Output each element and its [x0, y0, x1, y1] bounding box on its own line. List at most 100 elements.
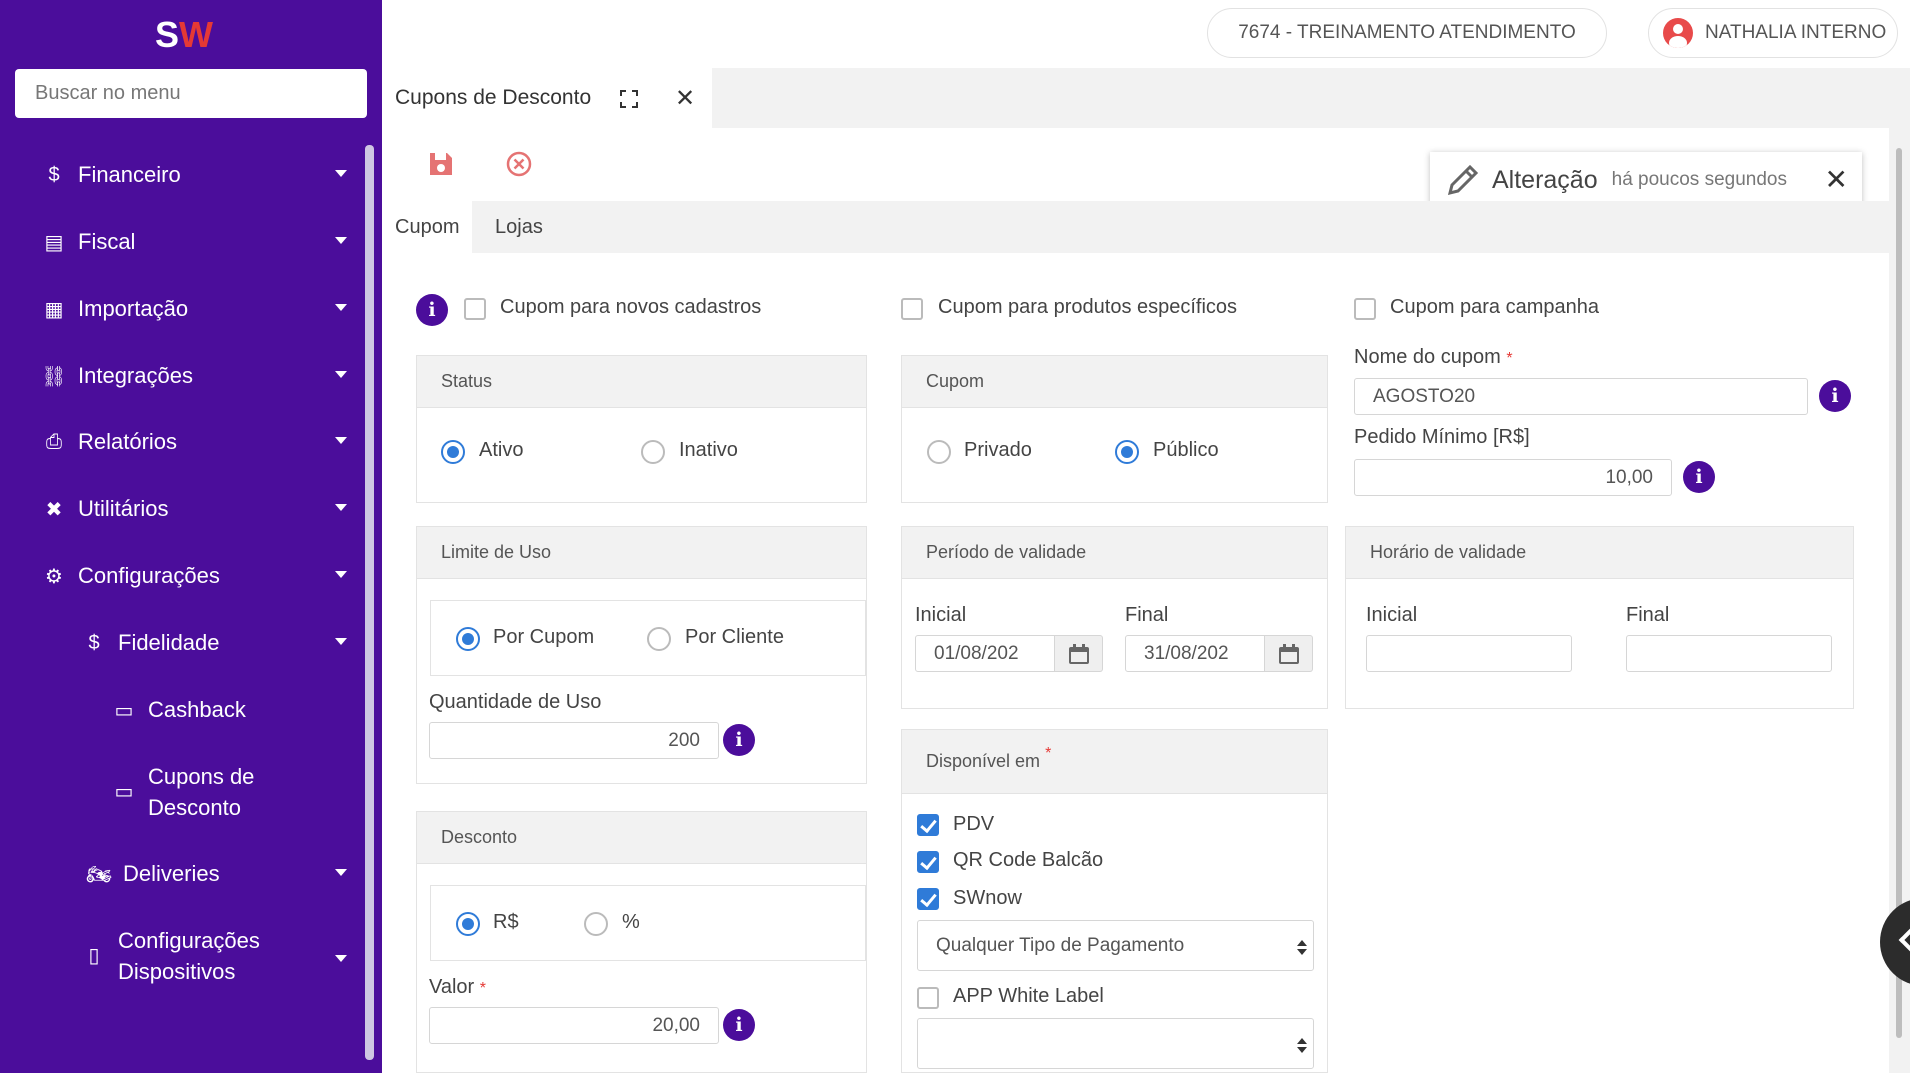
caret-down-icon	[335, 571, 347, 578]
periodo-final-label: Final	[1125, 604, 1169, 626]
label-line-2: Desconto	[148, 795, 241, 820]
info-icon[interactable]: i	[1819, 380, 1851, 412]
cupom-privado-radio[interactable]	[927, 440, 951, 464]
valor-input[interactable]: 20,00	[429, 1007, 719, 1044]
gears-icon: ⚙	[45, 565, 63, 588]
section-title: Limite de Uso	[417, 527, 866, 579]
status-ativo-label: Ativo	[479, 439, 524, 461]
app-logo[interactable]: S W	[155, 14, 227, 54]
info-icon[interactable]: i	[723, 1009, 755, 1041]
horario-inicial-input[interactable]	[1366, 635, 1572, 672]
por-cupom-label: Por Cupom	[493, 626, 595, 648]
tab-label: Lojas	[495, 215, 543, 238]
sidebar-item-configuracoes[interactable]: ⚙ Configurações	[0, 551, 365, 601]
por-cupom-radio[interactable]	[456, 627, 480, 651]
sidebar-item-fiscal[interactable]: ▤ Fiscal	[0, 217, 365, 267]
toast-title: Alteração	[1492, 165, 1598, 194]
tab-cupom[interactable]: Cupom	[382, 201, 473, 253]
sidebar-item-label: Utilitários	[78, 496, 169, 521]
info-icon[interactable]: i	[723, 724, 755, 756]
sidebar-scrollbar[interactable]	[365, 145, 374, 1060]
calendar-icon	[1279, 644, 1299, 664]
calendar-button[interactable]	[1265, 635, 1313, 672]
quantidade-uso-input[interactable]: 200	[429, 722, 719, 759]
dollar-icon: $	[48, 163, 60, 186]
sidebar-item-deliveries[interactable]: 🏍 Deliveries	[0, 849, 365, 899]
caret-down-icon	[335, 437, 347, 444]
desconto-percent-radio[interactable]	[584, 912, 608, 936]
produtos-especificos-checkbox[interactable]	[901, 298, 923, 320]
info-icon[interactable]: i	[1683, 461, 1715, 493]
app-white-label-select[interactable]	[917, 1018, 1314, 1069]
required-marker: *	[1506, 350, 1513, 367]
pdv-checkbox[interactable]	[917, 814, 939, 836]
tab-lojas[interactable]: Lojas	[482, 201, 556, 253]
nome-cupom-label-text: Nome do cupom	[1354, 346, 1501, 368]
required-marker: *	[1045, 744, 1052, 762]
expand-icon[interactable]	[620, 90, 638, 108]
limite-uso-section: Limite de Uso Por Cupom Por Cliente Quan…	[416, 526, 867, 784]
sidebar-item-cashback[interactable]: ▭ Cashback	[0, 685, 365, 735]
pdv-label: PDV	[953, 813, 995, 835]
close-tab-icon[interactable]: ✕	[675, 84, 695, 113]
swnow-checkbox[interactable]	[917, 888, 939, 910]
caret-down-icon	[335, 237, 347, 244]
app-white-label-checkbox[interactable]	[917, 987, 939, 1009]
periodo-validade-section: Período de validade Inicial 01/08/202 Fi…	[901, 526, 1328, 709]
sidebar-item-relatorios[interactable]: ⎙ Relatórios	[0, 417, 365, 467]
horario-final-input[interactable]	[1626, 635, 1832, 672]
sidebar-item-configuracoes-dispositivos[interactable]: ▯ Configurações Dispositivos	[0, 925, 365, 995]
pedido-minimo-input[interactable]: 10,00	[1354, 459, 1672, 496]
cupom-privado-label: Privado	[964, 439, 1032, 461]
topbar: 7674 - TREINAMENTO ATENDIMENTO NATHALIA …	[382, 0, 1910, 68]
toast-subtitle: há poucos segundos	[1611, 169, 1787, 190]
sidebar-item-utilitarios[interactable]: ✖ Utilitários	[0, 484, 365, 534]
periodo-final-value: 31/08/202	[1144, 642, 1229, 664]
chevron-left-icon	[1898, 928, 1910, 952]
sidebar-item-financeiro[interactable]: $ Financeiro	[0, 150, 365, 200]
qr-code-balcao-label: QR Code Balcão	[953, 849, 1104, 871]
periodo-inicial-input[interactable]: 01/08/202	[915, 635, 1055, 672]
user-menu[interactable]: NATHALIA INTERNO	[1648, 8, 1898, 58]
info-icon[interactable]: i	[416, 294, 448, 326]
section-title-text: Disponível em	[926, 751, 1041, 771]
status-ativo-radio[interactable]	[441, 440, 465, 464]
sidebar-item-importacao[interactable]: ▦ Importação	[0, 284, 365, 334]
required-marker: *	[479, 980, 487, 997]
calendar-button[interactable]	[1055, 635, 1103, 672]
card-icon: ▭	[114, 699, 134, 722]
label-line-1: Configurações	[118, 928, 260, 953]
cancel-icon[interactable]	[505, 150, 533, 178]
status-inativo-radio[interactable]	[641, 440, 665, 464]
novos-cadastros-label: Cupom para novos cadastros	[500, 296, 762, 318]
store-name: 7674 - TREINAMENTO ATENDIMENTO	[1238, 22, 1576, 43]
cupom-type-section: Cupom Privado Público	[901, 355, 1328, 503]
sidebar-item-label: Cashback	[148, 697, 246, 722]
sidebar-item-fidelidade[interactable]: $ Fidelidade	[0, 618, 365, 668]
periodo-final-input[interactable]: 31/08/202	[1125, 635, 1265, 672]
save-icon[interactable]	[427, 150, 455, 178]
status-section: Status Ativo Inativo	[416, 355, 867, 503]
novos-cadastros-checkbox[interactable]	[464, 298, 486, 320]
campanha-checkbox[interactable]	[1354, 298, 1376, 320]
produtos-especificos-label: Cupom para produtos específicos	[938, 296, 1238, 318]
desconto-section: Desconto R$ % Valor * 20,00 i	[416, 811, 867, 1073]
campanha-label: Cupom para campanha	[1390, 296, 1600, 318]
desconto-reais-label: R$	[493, 911, 519, 933]
close-toast-icon[interactable]: ✕	[1825, 163, 1848, 196]
sidebar-item-cupons-de-desconto[interactable]: ▭ Cupons de Desconto	[0, 761, 365, 831]
nome-cupom-input[interactable]: AGOSTO20	[1354, 378, 1808, 415]
tipo-pagamento-select[interactable]: Qualquer Tipo de Pagamento	[917, 920, 1314, 971]
document-tab[interactable]: Cupons de Desconto ✕	[382, 68, 712, 128]
sidebar-item-integracoes[interactable]: ⛓ Integrações	[0, 351, 365, 401]
disponivel-em-section: Disponível em * PDV QR Code Balcão SWnow…	[901, 729, 1328, 1073]
caret-down-icon	[335, 869, 347, 876]
por-cliente-radio[interactable]	[647, 627, 671, 651]
menu-search-input[interactable]	[15, 69, 367, 118]
cupom-publico-radio[interactable]	[1115, 440, 1139, 464]
desconto-reais-radio[interactable]	[456, 912, 480, 936]
sidebar-item-label: Relatórios	[78, 429, 178, 454]
svg-text:W: W	[179, 14, 213, 54]
qr-code-balcao-checkbox[interactable]	[917, 851, 939, 873]
store-selector[interactable]: 7674 - TREINAMENTO ATENDIMENTO	[1207, 8, 1607, 58]
